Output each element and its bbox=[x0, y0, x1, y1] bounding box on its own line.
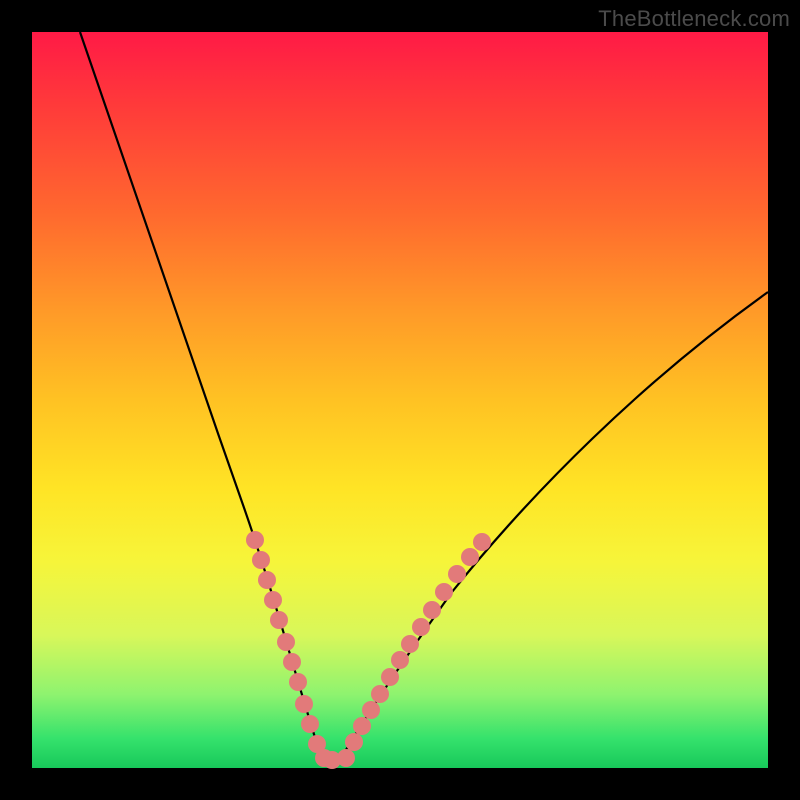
dots-left-branch bbox=[246, 531, 333, 767]
chart-frame: TheBottleneck.com bbox=[0, 0, 800, 800]
watermark-text: TheBottleneck.com bbox=[598, 6, 790, 32]
v-curve-svg bbox=[32, 32, 768, 768]
v-curve-path bbox=[80, 32, 768, 760]
plot-area bbox=[32, 32, 768, 768]
dots-right-branch bbox=[345, 533, 491, 751]
